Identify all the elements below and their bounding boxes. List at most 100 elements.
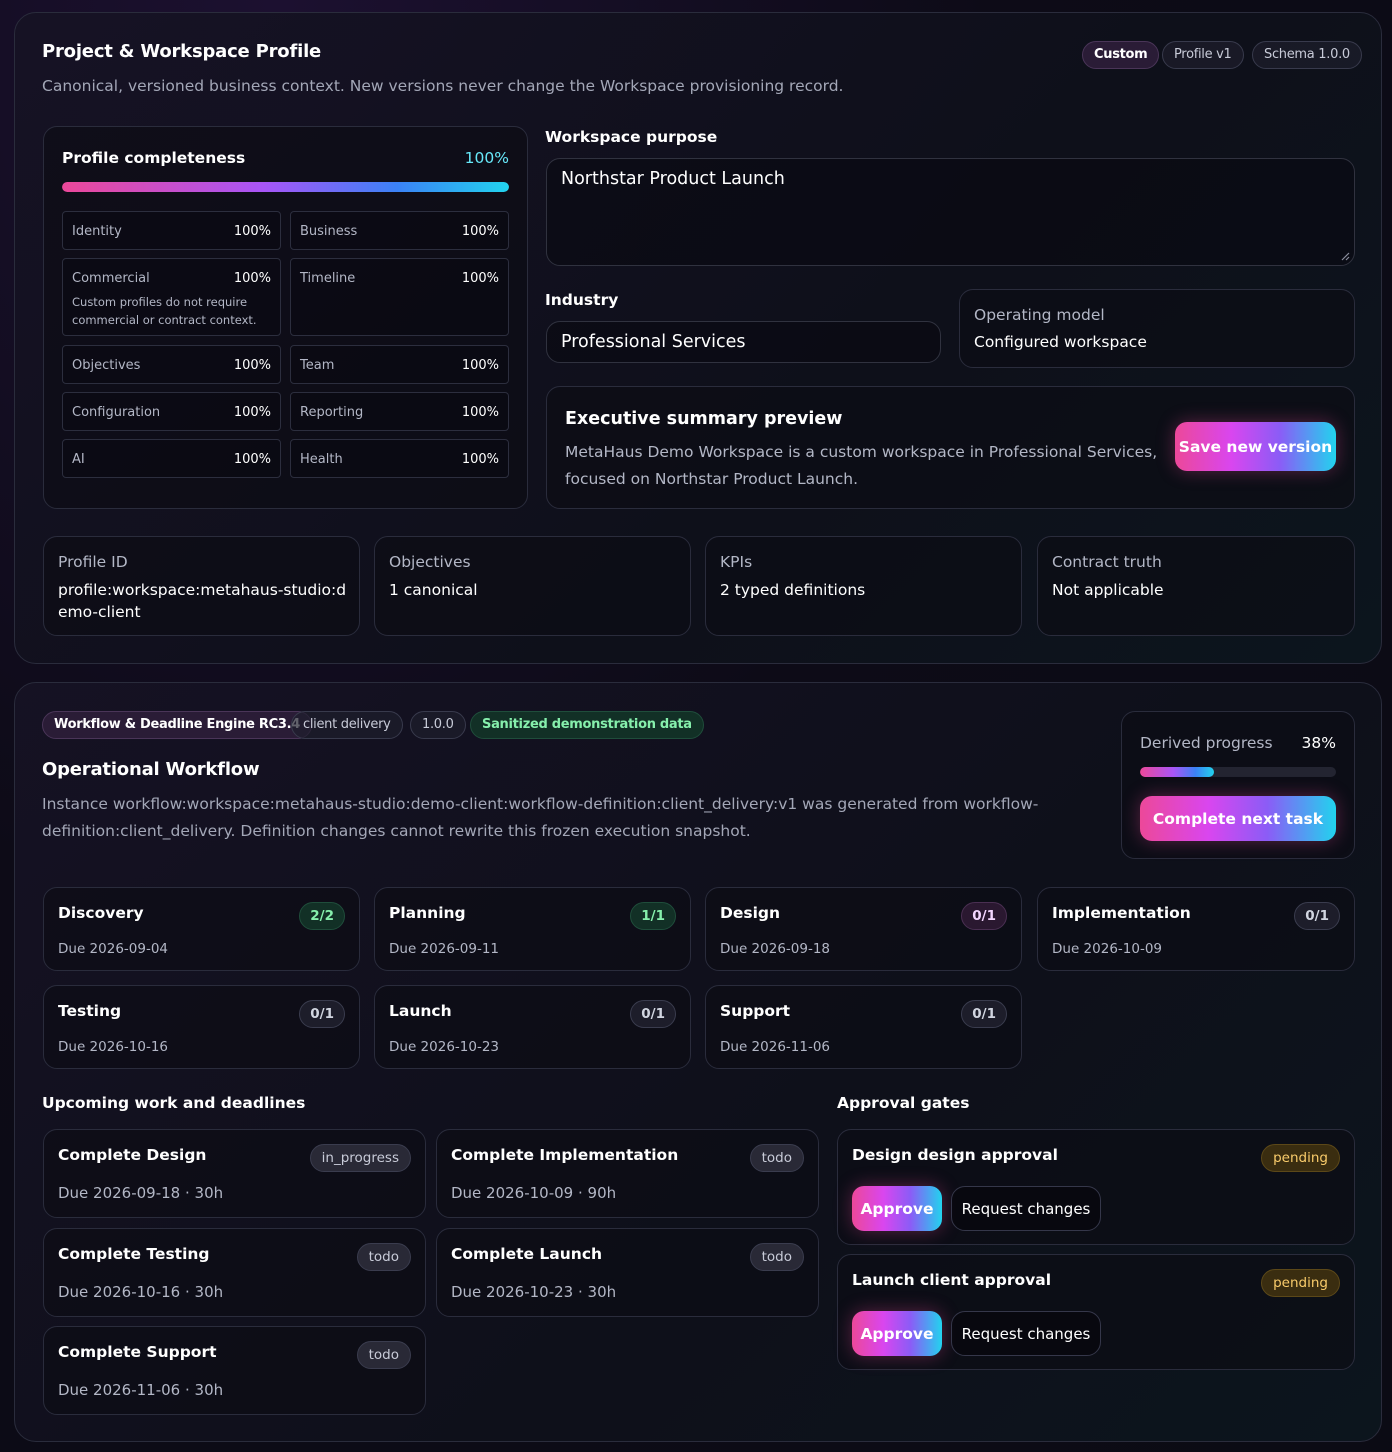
industry-value: Professional Services [561, 332, 746, 352]
stat-key: Contract truth [1052, 553, 1162, 571]
stage-card-implementation[interactable]: Implementation Due 2026-10-09 0/1 [1037, 887, 1355, 971]
task-name: Complete Testing [58, 1245, 210, 1263]
task-name: Complete Implementation [451, 1146, 679, 1164]
completeness-bar-fill [62, 182, 509, 192]
operating-model-card: Operating model Configured workspace [959, 289, 1355, 368]
stat-value: 2 typed definitions [720, 581, 866, 599]
stage-card-discovery[interactable]: Discovery Due 2026-09-04 2/2 [43, 887, 360, 971]
stage-count-badge: 0/1 [961, 902, 1007, 930]
section-objectives: Objectives 100% [62, 345, 281, 384]
approval-name: Launch client approval [852, 1271, 1052, 1289]
section-business: Business 100% [290, 211, 509, 250]
request-changes-button[interactable]: Request changes [951, 1311, 1101, 1356]
stage-count-badge: 1/1 [630, 902, 676, 930]
stage-card-planning[interactable]: Planning Due 2026-09-11 1/1 [374, 887, 691, 971]
task-due: Due 2026-10-09 · 90h [451, 1184, 617, 1202]
stage-due: Due 2026-10-09 [1052, 941, 1163, 957]
section-label: Objectives [72, 358, 141, 373]
badge-sanitized-data: Sanitized demonstration data [470, 711, 704, 739]
stage-due: Due 2026-10-16 [58, 1039, 169, 1055]
stage-name: Support [720, 1002, 791, 1020]
section-identity: Identity 100% [62, 211, 281, 250]
summary-title: Executive summary preview [565, 409, 843, 429]
complete-next-task-button[interactable]: Complete next task [1140, 796, 1336, 841]
stage-name: Design [720, 904, 781, 922]
task-name: Complete Support [58, 1343, 217, 1361]
stage-due: Due 2026-09-11 [389, 941, 500, 957]
operating-model-label: Operating model [974, 306, 1105, 324]
stage-card-support[interactable]: Support Due 2026-11-06 0/1 [705, 985, 1022, 1069]
section-value: 100% [461, 405, 499, 420]
section-configuration: Configuration 100% [62, 392, 281, 431]
task-status-badge: todo [356, 1243, 411, 1271]
stat-profile-id: Profile ID profile:workspace:metahaus-st… [43, 536, 360, 636]
section-value: 100% [461, 452, 499, 467]
stat-value: 1 canonical [389, 581, 478, 599]
approval-name: Design design approval [852, 1146, 1058, 1164]
section-label: AI [72, 452, 85, 467]
stage-due: Due 2026-10-23 [389, 1039, 500, 1055]
section-commercial: Commercial 100% Custom profiles do not r… [62, 258, 281, 336]
task-due: Due 2026-10-16 · 30h [58, 1283, 224, 1301]
stat-contract-truth: Contract truth Not applicable [1037, 536, 1355, 636]
stage-name: Planning [389, 904, 466, 922]
approval-gate-card: Launch client approval pending Approve R… [837, 1254, 1355, 1370]
task-card[interactable]: Complete Testing Due 2026-10-16 · 30h to… [43, 1228, 426, 1317]
stage-card-design[interactable]: Design Due 2026-09-18 0/1 [705, 887, 1022, 971]
section-timeline: Timeline 100% [290, 258, 509, 336]
task-name: Complete Design [58, 1146, 207, 1164]
stage-card-testing[interactable]: Testing Due 2026-10-16 0/1 [43, 985, 360, 1069]
progress-bar [1140, 767, 1336, 777]
badge-workflow-version: 1.0.0 [410, 711, 466, 739]
workspace-purpose-value: Northstar Product Launch [561, 169, 785, 189]
task-status-badge: todo [356, 1341, 411, 1369]
stat-key: Objectives [389, 553, 471, 571]
approve-button[interactable]: Approve [852, 1311, 942, 1356]
section-ai: AI 100% [62, 439, 281, 478]
task-card[interactable]: Complete Launch Due 2026-10-23 · 30h tod… [436, 1228, 819, 1317]
section-label: Health [300, 452, 343, 467]
stage-card-launch[interactable]: Launch Due 2026-10-23 0/1 [374, 985, 691, 1069]
section-value: 100% [233, 405, 271, 420]
profile-completeness-card: Profile completeness 100% Identity 100% … [43, 126, 528, 509]
section-reporting: Reporting 100% [290, 392, 509, 431]
workflow-description: Instance workflow:workspace:metahaus-stu… [42, 795, 1039, 840]
workspace-purpose-textarea[interactable]: Northstar Product Launch [546, 158, 1355, 266]
stat-key: KPIs [720, 553, 753, 571]
workspace-profile-panel: Project & Workspace Profile Canonical, v… [14, 12, 1382, 664]
progress-bar-fill [1140, 767, 1215, 777]
approval-gates-label: Approval gates [837, 1094, 970, 1112]
section-label: Identity [72, 224, 122, 239]
completeness-bar [62, 182, 509, 192]
section-label: Configuration [72, 405, 161, 420]
section-value: 100% [461, 224, 499, 239]
request-changes-button[interactable]: Request changes [951, 1186, 1101, 1231]
section-value: 100% [233, 271, 271, 286]
progress-label: Derived progress [1140, 734, 1273, 752]
section-note: Custom profiles do not require commercia… [72, 295, 257, 327]
stage-due: Due 2026-11-06 [720, 1039, 831, 1055]
progress-value: 38% [1301, 734, 1336, 752]
approval-gate-card: Design design approval pending Approve R… [837, 1129, 1355, 1245]
stage-count-badge: 2/2 [299, 902, 345, 930]
section-value: 100% [233, 452, 271, 467]
badge-schema-version: Schema 1.0.0 [1252, 41, 1362, 69]
industry-input[interactable]: Professional Services [546, 321, 941, 363]
section-team: Team 100% [290, 345, 509, 384]
summary-text: MetaHaus Demo Workspace is a custom work… [565, 443, 1158, 488]
task-card[interactable]: Complete Implementation Due 2026-10-09 ·… [436, 1129, 819, 1218]
task-card[interactable]: Complete Design Due 2026-09-18 · 30h in_… [43, 1129, 426, 1218]
section-label: Team [300, 358, 335, 373]
section-value: 100% [461, 358, 499, 373]
executive-summary-card: Executive summary preview MetaHaus Demo … [546, 386, 1355, 509]
save-new-version-button[interactable]: Save new version [1175, 422, 1336, 471]
task-card[interactable]: Complete Support Due 2026-11-06 · 30h to… [43, 1326, 426, 1415]
stage-name: Discovery [58, 904, 144, 922]
stage-name: Launch [389, 1002, 452, 1020]
stage-count-badge: 0/1 [961, 1000, 1007, 1028]
stage-due: Due 2026-09-04 [58, 941, 169, 957]
approve-button[interactable]: Approve [852, 1186, 942, 1231]
resize-handle-icon[interactable] [1340, 251, 1350, 261]
workflow-title: Operational Workflow [42, 759, 260, 780]
stage-due: Due 2026-09-18 [720, 941, 831, 957]
